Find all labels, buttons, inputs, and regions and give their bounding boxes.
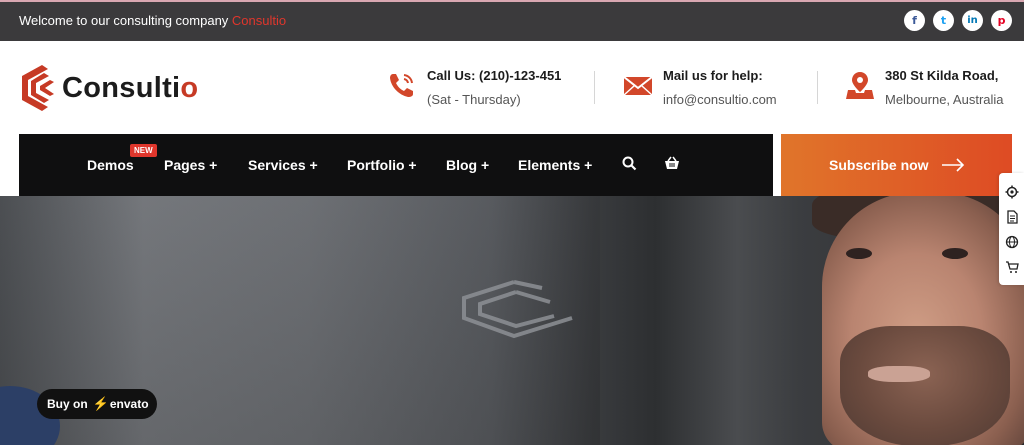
welcome-brand: Consultio [231, 13, 287, 28]
watermark-logo-icon [462, 280, 573, 339]
logo-text-accent: o [180, 71, 199, 104]
buy-on-envato-button[interactable]: Buy on ⚡ envato [37, 389, 157, 419]
nav-item-elements[interactable]: Elements + [518, 157, 592, 173]
nav-item-portfolio[interactable]: Portfolio + [347, 157, 417, 173]
main-nav: Demos NEW Pages + Services + Portfolio +… [19, 134, 773, 196]
mail-subtitle[interactable]: info@consultio.com [663, 92, 777, 107]
linkedin-icon[interactable]: in [962, 10, 983, 31]
address-title: 380 St Kilda Road, [885, 68, 999, 83]
hero-person-eye [846, 248, 872, 259]
new-badge: NEW [130, 144, 157, 157]
facebook-icon[interactable]: f [904, 10, 925, 31]
search-icon[interactable] [622, 156, 637, 171]
arrow-right-icon [942, 158, 965, 172]
envato-leaf-icon: ⚡ [92, 396, 109, 411]
cart-icon[interactable] [1005, 260, 1019, 274]
header-divider [594, 71, 595, 104]
social-links: f t in p [904, 10, 1012, 31]
mail-title: Mail us for help: [663, 68, 763, 83]
subscribe-button[interactable]: Subscribe now [781, 134, 1012, 196]
nav-item-blog[interactable]: Blog + [446, 157, 489, 173]
call-title: Call Us: (210)-123-451 [427, 68, 562, 83]
contact-address: 380 St Kilda Road, Melbourne, Australia [845, 68, 1004, 107]
logo-text: Consultio [62, 72, 198, 105]
mail-icon [623, 76, 653, 96]
contact-mail: Mail us for help: info@consultio.com [623, 68, 777, 107]
top-bar: Welcome to our consulting company Consul… [0, 0, 1024, 41]
document-icon[interactable] [1005, 210, 1019, 224]
phone-icon [390, 74, 413, 97]
subscribe-label: Subscribe now [829, 157, 929, 173]
cart-icon[interactable] [664, 156, 680, 171]
settings-icon[interactable] [1005, 185, 1019, 199]
hero-person-beard [840, 326, 1010, 445]
logo-text-main: Consulti [62, 71, 181, 104]
nav-item-demos[interactable]: Demos [87, 157, 134, 173]
nav-item-pages[interactable]: Pages + [164, 157, 217, 173]
header-divider [817, 71, 818, 104]
site-logo[interactable]: Consultio [18, 63, 198, 113]
pinterest-icon[interactable]: p [991, 10, 1012, 31]
call-subtitle: (Sat - Thursday) [427, 92, 521, 107]
contact-call: Call Us: (210)-123-451 (Sat - Thursday) [387, 68, 561, 107]
nav-item-services[interactable]: Services + [248, 157, 318, 173]
location-icon [846, 72, 874, 99]
globe-icon[interactable] [1005, 235, 1019, 249]
envato-prefix: Buy on [47, 397, 88, 411]
side-toolbar [999, 173, 1024, 285]
envato-brand: envato [109, 397, 149, 411]
welcome-text: Welcome to our consulting company [19, 13, 232, 28]
address-subtitle: Melbourne, Australia [885, 92, 1004, 107]
twitter-icon[interactable]: t [933, 10, 954, 31]
welcome-message: Welcome to our consulting company Consul… [19, 13, 286, 28]
hero-person-mouth [868, 366, 930, 382]
logo-mark-icon [22, 65, 54, 111]
hero-person-eye [942, 248, 968, 259]
site-header: Consultio Call Us: (210)-123-451 (Sat - … [0, 41, 1024, 134]
